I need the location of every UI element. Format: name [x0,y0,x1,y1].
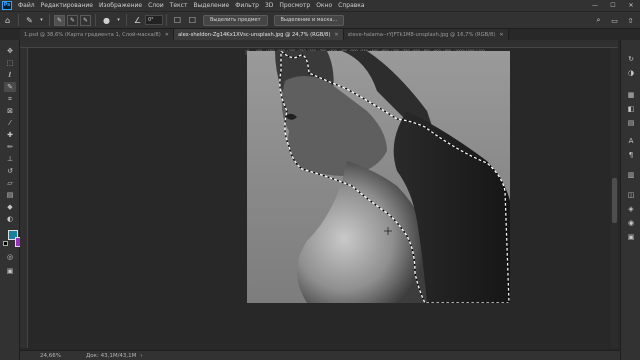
sample-all-layers-checkbox[interactable]: ☐ [172,15,183,26]
clone-stamp-tool-icon[interactable]: ⊥ [4,154,16,164]
screen-mode-icon[interactable]: ▣ [4,266,16,276]
search-icon[interactable]: ⌕ [593,15,604,26]
paragraph-panel-icon[interactable]: ¶ [625,150,637,160]
marquee-tool-icon[interactable]: ⬚ [4,58,16,68]
share-icon[interactable]: ⇧ [625,15,636,26]
lasso-tool-icon[interactable]: ℓ [4,70,16,80]
workspace-icon[interactable]: ▭ [609,15,620,26]
swatches-panel-icon[interactable]: ▦ [625,90,637,100]
libraries-panel-icon[interactable]: ▤ [625,118,637,128]
close-icon[interactable]: ✕ [499,32,503,38]
blur-tool-icon[interactable]: ◆ [4,202,16,212]
layers-panel-icon[interactable]: ◈ [625,204,637,214]
eyedropper-tool-icon[interactable]: ⁄ [4,118,16,128]
chevron-down-icon[interactable]: ▾ [39,15,44,26]
angle-input[interactable]: 0° [145,15,163,25]
document-tabs: 1.psd @ 38,6% (Карта градиента 1, Слой-м… [20,29,620,40]
healing-brush-tool-icon[interactable]: ✚ [4,130,16,140]
vertical-scroll-thumb[interactable] [612,178,617,223]
channels-panel-icon[interactable]: ◉ [625,218,637,228]
maximize-button[interactable]: ☐ [604,0,622,11]
subtract-from-selection-mode-button[interactable]: ✎ [80,14,91,26]
zoom-level[interactable]: 24,66% [40,353,80,359]
history-panel-icon[interactable]: ↻ [625,54,637,64]
menu-help[interactable]: Справка [335,2,367,9]
eraser-tool-icon[interactable]: ▱ [4,178,16,188]
enhance-edge-checkbox[interactable]: ☐ [187,15,198,26]
menu-file[interactable]: Файл [15,2,38,9]
quick-mask-icon[interactable]: ◎ [4,252,16,262]
frame-tool-icon[interactable]: ⊠ [4,106,16,116]
window-controls: — ☐ ✕ [586,0,640,11]
select-subject-button[interactable]: Выделить предмет [203,14,268,26]
menu-edit[interactable]: Редактирование [38,2,96,9]
status-bar: 24,66% Док: 43,1M/43,1M › [20,350,620,360]
chevron-right-icon[interactable]: › [140,353,142,359]
tab-document-3[interactable]: steve-halama--rYJFTk1M8-unsplash.jpg @ 1… [343,29,509,40]
new-selection-mode-button[interactable]: ✎ [54,14,65,26]
ps-logo: Ps [2,1,12,10]
gradient-tool-icon[interactable]: ▤ [4,190,16,200]
brush-tool-icon[interactable]: ✏ [4,142,16,152]
document-size: Док: 43,1M/43,1M [86,352,137,359]
move-tool-icon[interactable]: ✥ [4,46,16,56]
paths-panel-icon[interactable]: ▣ [625,232,637,242]
divider [166,14,167,26]
tab-document-1[interactable]: 1.psd @ 38,6% (Карта градиента 1, Слой-м… [20,29,174,40]
menu-type[interactable]: Текст [167,2,191,9]
menu-bar: Ps Файл Редактирование Изображение Слои … [0,0,640,11]
tools-panel: ✥ ⬚ ℓ ✎ ⌗ ⊠ ⁄ ✚ ✏ ⊥ ↺ ▱ ▤ ◆ ◐ ✒ T ◎ ▣ [0,40,25,360]
menu-view[interactable]: Просмотр [276,2,313,9]
character-panel-icon[interactable]: A [625,136,637,146]
close-icon[interactable]: ✕ [334,32,338,38]
menu-layers[interactable]: Слои [145,2,167,9]
adjustments-panel-icon[interactable]: ◧ [625,104,637,114]
vertical-ruler [20,48,28,348]
photoshop-window: Ps Файл Редактирование Изображение Слои … [0,0,640,360]
menu-image[interactable]: Изображение [96,2,145,9]
horizontal-ruler: 0501001502002503003504004505005506006507… [20,40,618,55]
add-to-selection-mode-button[interactable]: ✎ [67,14,78,26]
crop-tool-icon[interactable]: ⌗ [4,94,16,104]
menu-filter[interactable]: Фильтр [232,2,262,9]
vertical-scrollbar[interactable] [611,48,618,348]
tab-label: 1.psd @ 38,6% (Карта градиента 1, Слой-м… [24,31,161,38]
tab-document-2[interactable]: alex-sheldon-Zg14Kx1XVsc-unsplash.jpg @ … [173,29,344,40]
brush-size-icon[interactable]: ● [101,15,112,26]
angle-icon: ∠ [133,15,142,25]
close-button[interactable]: ✕ [622,0,640,11]
minimize-button[interactable]: — [586,0,604,11]
chevron-down-icon[interactable]: ▾ [116,15,121,26]
quick-selection-icon[interactable]: ✎ [24,15,35,26]
divider [126,14,127,26]
divider [18,14,19,26]
dodge-tool-icon[interactable]: ◐ [4,214,16,224]
menu-window[interactable]: Окно [313,2,335,9]
tab-label: steve-halama--rYJFTk1M8-unsplash.jpg @ 1… [347,31,496,38]
document-canvas[interactable] [247,51,510,303]
menu-select[interactable]: Выделение [190,2,232,9]
home-icon[interactable]: ⌂ [2,15,13,26]
options-bar: ⌂ ✎ ▾ ✎ ✎ ✎ ● ▾ ∠ 0° ☐ ☐ Выделить предме… [0,11,640,29]
divider [49,14,50,26]
right-panel-dock: ↻ ◑ ▦ ◧ ▤ A ¶ ▥ ◫ ◈ ◉ ▣ [620,40,640,360]
quick-selection-tool-icon[interactable]: ✎ [4,82,16,92]
default-colors-icon[interactable] [3,241,8,246]
select-and-mask-button[interactable]: Выделение и маска... [273,14,345,26]
styles-panel-icon[interactable]: ◫ [625,190,637,200]
menu-3d[interactable]: 3D [262,2,276,9]
properties-panel-icon[interactable]: ▥ [625,170,637,180]
divider [95,14,96,26]
options-right-icons: ⌕ ▭ ⇧ [593,15,636,26]
history-brush-tool-icon[interactable]: ↺ [4,166,16,176]
tab-label: alex-sheldon-Zg14Kx1XVsc-unsplash.jpg @ … [177,31,331,38]
color-panel-icon[interactable]: ◑ [625,68,637,78]
close-icon[interactable]: ✕ [165,32,169,38]
